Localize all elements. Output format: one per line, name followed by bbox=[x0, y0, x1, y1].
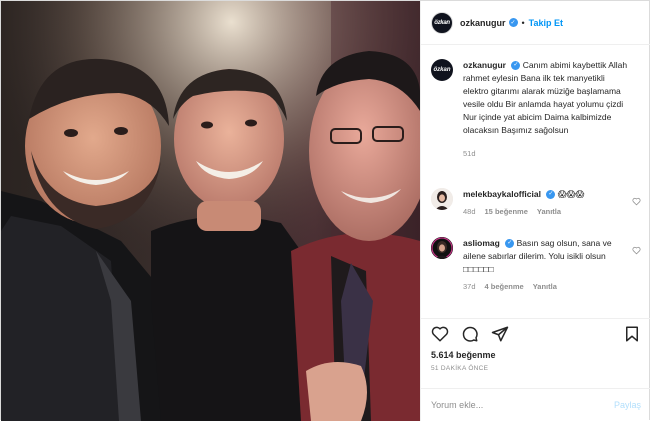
comment-age: 37d bbox=[463, 282, 476, 291]
comment-input[interactable] bbox=[431, 400, 614, 410]
caption-text: Canım abimi kaybettik Allah rahmet eyles… bbox=[463, 60, 628, 135]
caption-meta: 51d bbox=[463, 147, 631, 160]
comment-body: asliomag ✓ Basın sag olsun, sana ve aile… bbox=[463, 237, 613, 293]
comment-avatar[interactable] bbox=[431, 237, 453, 259]
comment-like-heart-icon[interactable] bbox=[632, 246, 641, 255]
comment-age: 48d bbox=[463, 207, 476, 216]
profile-avatar[interactable]: özkan bbox=[431, 11, 453, 34]
share-icon[interactable] bbox=[491, 325, 509, 343]
comment-username[interactable]: asliomag bbox=[463, 238, 500, 248]
bookmark-icon[interactable] bbox=[623, 325, 641, 343]
post-header: özkan ozkanugur ✓ • Takip Et bbox=[421, 1, 650, 45]
instagram-post: özkan ozkanugur ✓ • Takip Et özkan ozkan… bbox=[0, 0, 650, 421]
verified-badge-icon: ✓ bbox=[546, 190, 556, 200]
verified-badge-icon: ✓ bbox=[511, 61, 521, 71]
separator-dot: • bbox=[521, 17, 525, 28]
comment-avatar-image bbox=[431, 237, 453, 259]
verified-badge-icon: ✓ bbox=[508, 18, 518, 27]
post-side-panel: özkan ozkanugur ✓ • Takip Et özkan ozkan… bbox=[420, 1, 650, 421]
comment-like-heart-icon[interactable] bbox=[632, 197, 641, 206]
caption-age: 51d bbox=[463, 149, 476, 158]
comment-icon[interactable] bbox=[461, 325, 479, 343]
comment-avatar[interactable] bbox=[431, 188, 453, 210]
verified-badge-icon: ✓ bbox=[505, 239, 515, 249]
avatar-logo: özkan bbox=[434, 19, 450, 26]
comment-item: asliomag ✓ Basın sag olsun, sana ve aile… bbox=[431, 237, 641, 293]
reply-button[interactable]: Yanıtla bbox=[537, 205, 561, 218]
group-selfie-image bbox=[1, 1, 420, 421]
heart-icon[interactable] bbox=[431, 325, 449, 343]
comment-meta: 48d 15 beğenme Yanıtla bbox=[463, 205, 613, 218]
comment-body: melekbaykalofficial ✓ 😱😱😱 48d 15 beğenme… bbox=[463, 188, 613, 218]
follow-button[interactable]: Takip Et bbox=[529, 18, 563, 28]
comment-likes[interactable]: 15 beğenme bbox=[485, 205, 528, 218]
comment-item: melekbaykalofficial ✓ 😱😱😱 48d 15 beğenme… bbox=[431, 188, 641, 218]
caption-body: ozkanugur ✓ Canım abimi kaybettik Allah … bbox=[463, 59, 631, 160]
post-photo[interactable] bbox=[1, 1, 420, 421]
action-bar bbox=[421, 318, 650, 348]
caption-avatar[interactable]: özkan bbox=[431, 59, 453, 81]
caption-avatar-logo: özkan bbox=[433, 67, 451, 73]
comment-text: 😱😱😱 bbox=[557, 189, 585, 199]
likes-count[interactable]: 5.614 beğenme bbox=[431, 350, 496, 360]
comment-avatar-image bbox=[431, 188, 453, 210]
add-comment-bar: Paylaş bbox=[421, 388, 650, 421]
reply-button[interactable]: Yanıtla bbox=[533, 280, 557, 293]
caption-comment: özkan ozkanugur ✓ Canım abimi kaybettik … bbox=[431, 59, 641, 160]
comment-likes[interactable]: 4 beğenme bbox=[485, 280, 524, 293]
comment-username[interactable]: melekbaykalofficial bbox=[463, 189, 541, 199]
comment-meta: 37d 4 beğenme Yanıtla bbox=[463, 280, 613, 293]
header-username[interactable]: ozkanugur bbox=[460, 18, 506, 28]
post-timestamp[interactable]: 51 DAKİKA ÖNCE bbox=[431, 365, 488, 372]
caption-username[interactable]: ozkanugur bbox=[463, 60, 506, 70]
post-comment-button[interactable]: Paylaş bbox=[614, 400, 641, 410]
